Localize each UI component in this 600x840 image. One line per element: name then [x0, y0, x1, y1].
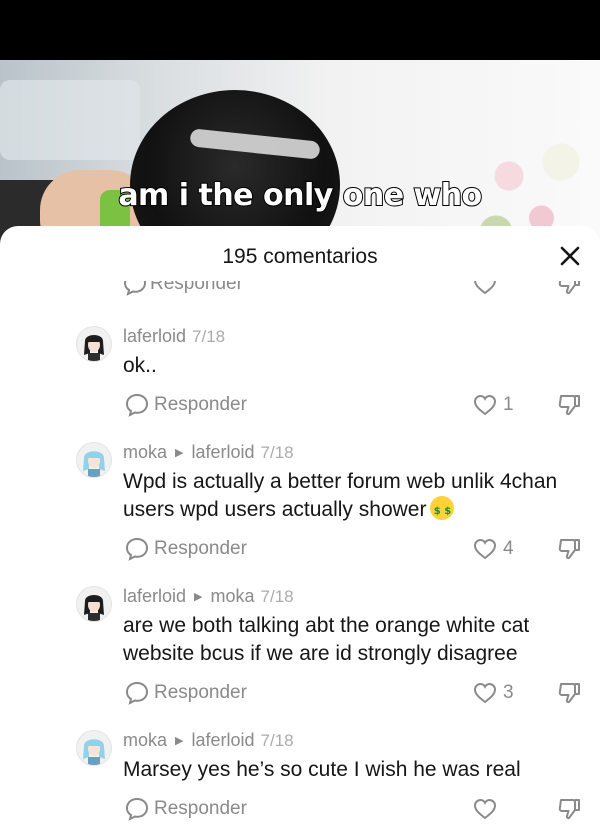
comment-text-block: Wpd is actually a better forum web unlik…	[123, 468, 578, 524]
anime-girl-avatar-icon	[77, 443, 111, 477]
anime-girl-avatar-icon	[77, 587, 111, 621]
reply-to-name[interactable]: laferloid	[191, 730, 254, 750]
comment-actions: Responder 3	[0, 680, 600, 708]
comment-item: laferloid ▶ moka 7/18 are we both talking a…	[0, 586, 600, 716]
comment-date: 7/18	[260, 731, 294, 750]
comment-date: 7/18	[260, 587, 294, 606]
like-count: 4	[503, 538, 514, 559]
reply-to-name[interactable]: moka	[211, 586, 255, 606]
reply-label: Responder	[154, 538, 247, 559]
heart-outline-icon	[473, 394, 497, 416]
like-button[interactable]: 3	[472, 680, 514, 706]
previous-comment-actions-partial: Responder	[0, 281, 600, 301]
reply-arrow-icon: ▶	[175, 735, 184, 747]
video-pillow	[0, 80, 140, 160]
like-button[interactable]: 4	[472, 536, 514, 562]
speech-bubble-icon	[125, 681, 149, 705]
comment-text: Marsey yes he’s so cute I wish he was re…	[123, 758, 521, 781]
reply-arrow-icon: ▶	[175, 447, 184, 459]
comment-text: are we both talking abt the orange white…	[123, 614, 530, 665]
author-name[interactable]: laferloid	[123, 326, 186, 346]
thumbs-down-icon	[558, 281, 580, 295]
author-name[interactable]: moka	[123, 730, 167, 750]
author-name[interactable]: moka	[123, 442, 167, 462]
like-count: 3	[503, 682, 514, 703]
thumbs-down-icon[interactable]	[556, 796, 582, 822]
comment-author[interactable]: moka ▶ laferloid 7/18	[123, 442, 294, 463]
heart-outline-icon	[473, 538, 497, 560]
heart-outline-icon	[473, 798, 497, 820]
comment-text: Wpd is actually a better forum web unlik…	[123, 470, 558, 521]
heart-outline-icon	[473, 682, 497, 704]
like-button[interactable]: 1	[472, 392, 514, 418]
comment-item: moka ▶ laferloid 7/18 Wpd is actually a bet…	[0, 442, 600, 572]
reply-label: Responder	[154, 682, 247, 703]
comment-actions: Responder	[0, 796, 600, 824]
comment-actions: Responder 1	[0, 392, 600, 420]
comment-actions: Responder 4	[0, 536, 600, 564]
heart-outline-icon	[474, 281, 496, 295]
status-bar	[0, 0, 600, 60]
speech-bubble-icon	[125, 393, 149, 417]
thumbs-down-icon[interactable]	[556, 680, 582, 706]
avatar[interactable]	[76, 730, 112, 766]
reply-button[interactable]: Responder	[124, 536, 247, 562]
comment-text: ok..	[123, 354, 157, 377]
speech-bubble-icon	[125, 797, 149, 821]
comment-author[interactable]: laferloid ▶ moka 7/18	[123, 586, 294, 607]
reply-button[interactable]: Responder	[124, 680, 247, 706]
like-count: 1	[503, 394, 514, 415]
comment-item: laferloid 7/18 ok.. Responder 1	[0, 326, 600, 426]
previous-reply-label: Responder	[150, 281, 243, 294]
anime-girl-avatar-icon	[77, 731, 111, 765]
reply-to-name[interactable]: laferloid	[191, 442, 254, 462]
video-caption: am i the only one who	[117, 177, 483, 214]
thumbs-down-icon[interactable]	[556, 392, 582, 418]
avatar[interactable]	[76, 442, 112, 478]
comment-date: 7/18	[260, 443, 294, 462]
close-icon[interactable]	[556, 242, 584, 270]
comment-author[interactable]: laferloid 7/18	[123, 326, 225, 347]
speech-bubble-icon	[123, 281, 147, 296]
thumbs-down-icon[interactable]	[556, 536, 582, 562]
reply-button[interactable]: Responder	[124, 796, 247, 822]
comments-sheet: 195 comentarios Responder laferloid 7/18…	[0, 226, 600, 840]
comment-item: moka ▶ laferloid 7/18 Marsey yes he’s so cu…	[0, 730, 600, 840]
comment-author[interactable]: moka ▶ laferloid 7/18	[123, 730, 294, 751]
author-name[interactable]: laferloid	[123, 586, 186, 606]
comments-count-title: 195 comentarios	[222, 245, 378, 268]
avatar[interactable]	[76, 326, 112, 362]
reply-label: Responder	[154, 394, 247, 415]
like-button[interactable]	[472, 796, 498, 822]
reply-arrow-icon: ▶	[194, 591, 203, 603]
reply-label: Responder	[154, 798, 247, 819]
reply-button[interactable]: Responder	[124, 392, 247, 418]
avatar[interactable]	[76, 586, 112, 622]
anime-girl-avatar-icon	[77, 327, 111, 361]
money-mouth-face-icon: $ $	[430, 496, 455, 520]
comment-date: 7/18	[192, 327, 226, 346]
speech-bubble-icon	[125, 537, 149, 561]
